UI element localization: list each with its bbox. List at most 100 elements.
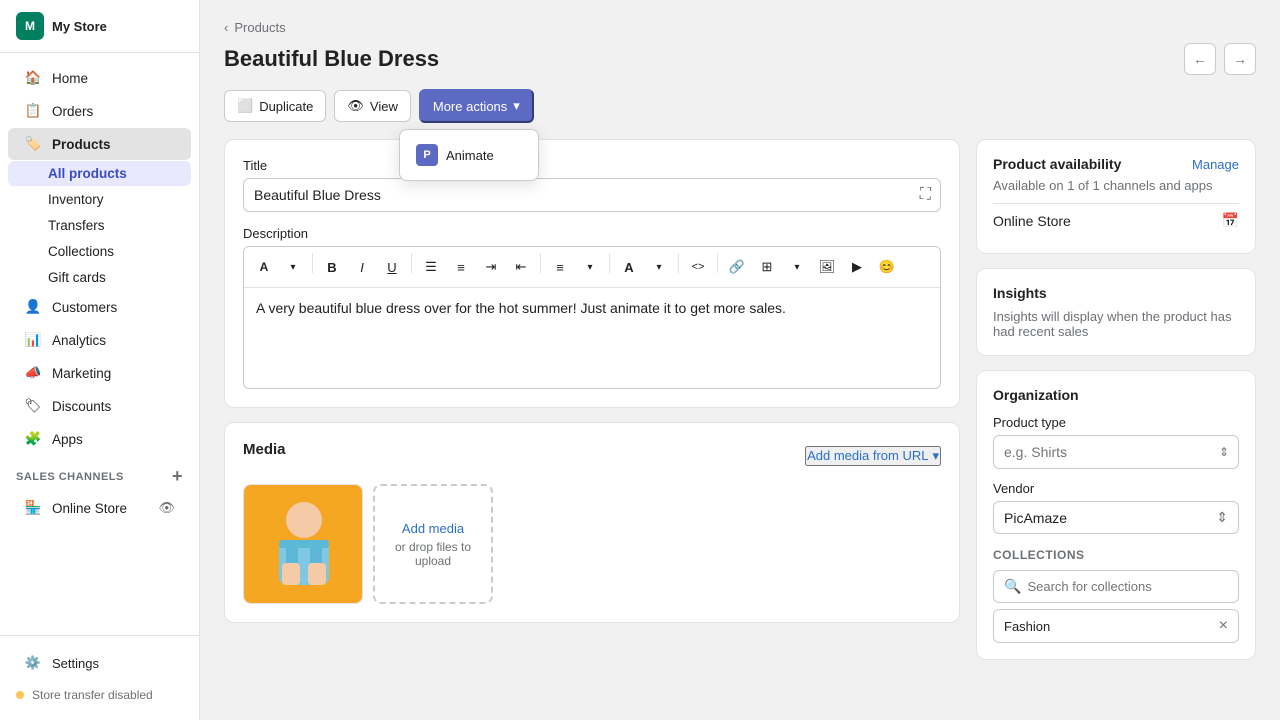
upload-media-button[interactable]: Add media or drop files toupload — [373, 484, 493, 604]
search-icon: 🔍 — [1004, 578, 1021, 595]
sidebar-item-settings[interactable]: ⚙️ Settings — [8, 647, 191, 679]
add-media-from-url-button[interactable]: Add media from URL ▾ — [805, 446, 941, 466]
orders-icon: 📋 — [24, 102, 42, 120]
sidebar-item-apps[interactable]: 🧩 Apps — [8, 423, 191, 455]
sidebar-item-analytics[interactable]: 📊 Analytics — [8, 324, 191, 356]
sidebar-item-discounts[interactable]: 🏷 Discounts — [8, 390, 191, 422]
underline-button[interactable]: U — [378, 253, 406, 281]
vendor-select[interactable]: PicAmaze ⇕ — [993, 501, 1239, 534]
text-color-dropdown[interactable]: ▾ — [645, 253, 673, 281]
breadcrumb[interactable]: ‹ Products — [224, 20, 1256, 35]
manage-link[interactable]: Manage — [1192, 157, 1239, 172]
sidebar-item-online-store[interactable]: 🏪 Online Store 👁 — [8, 492, 191, 524]
source-button[interactable]: <> — [684, 253, 712, 281]
title-card: Title ⛶ Description A ▾ — [224, 139, 960, 408]
sidebar-item-customers[interactable]: 👤 Customers — [8, 291, 191, 323]
sidebar: M My Store 🏠 Home 📋 Orders 🏷️ Products A… — [0, 0, 200, 720]
more-actions-dropdown: P Animate — [399, 129, 539, 181]
content-grid: Title ⛶ Description A ▾ — [224, 139, 1256, 660]
duplicate-label: Duplicate — [259, 99, 313, 114]
prev-product-button[interactable]: ← — [1184, 43, 1216, 75]
breadcrumb-label[interactable]: Products — [234, 20, 285, 35]
table-button[interactable]: ⊞ — [753, 253, 781, 281]
text-format-button[interactable]: A — [250, 253, 278, 281]
discounts-icon: 🏷 — [24, 397, 42, 415]
customers-icon: 👤 — [24, 298, 42, 316]
remove-collection-button[interactable]: × — [1219, 617, 1228, 635]
video-button[interactable]: ▶ — [843, 253, 871, 281]
sidebar-item-transfers[interactable]: Transfers — [8, 213, 191, 238]
organization-title: Organization — [993, 387, 1239, 403]
title-label: Title — [243, 158, 941, 173]
animate-menu-item[interactable]: P Animate — [406, 136, 532, 174]
table-dropdown[interactable]: ▾ — [783, 253, 811, 281]
image-button[interactable]: 🖼 — [813, 253, 841, 281]
product-type-input[interactable] — [993, 435, 1239, 469]
description-label: Description — [243, 226, 941, 241]
sidebar-footer: ⚙️ Settings Store transfer disabled — [0, 635, 199, 720]
outdent-button[interactable]: ⇤ — [507, 253, 535, 281]
availability-sub-text: Available on 1 of 1 channels and apps — [993, 178, 1239, 193]
sidebar-item-marketing[interactable]: 📣 Marketing — [8, 357, 191, 389]
sidebar-item-label: Orders — [52, 104, 93, 119]
view-button[interactable]: 👁 View — [334, 90, 410, 122]
online-store-eye-icon[interactable]: 👁 — [158, 500, 175, 516]
numbered-list-button[interactable]: ≡ — [447, 253, 475, 281]
media-header: Media Add media from URL ▾ — [243, 441, 941, 470]
next-product-button[interactable]: → — [1224, 43, 1256, 75]
align-dropdown[interactable]: ▾ — [576, 253, 604, 281]
text-color-button[interactable]: A — [615, 253, 643, 281]
online-store-label: Online Store — [993, 213, 1071, 229]
text-format-dropdown[interactable]: ▾ — [279, 253, 307, 281]
add-media-label: Add media from URL — [807, 448, 928, 463]
italic-button[interactable]: I — [348, 253, 376, 281]
duplicate-button[interactable]: ⬜ Duplicate — [224, 90, 326, 122]
online-store-icon: 🏪 — [24, 499, 42, 517]
media-card: Media Add media from URL ▾ — [224, 422, 960, 623]
description-text-area[interactable]: A very beautiful blue dress over for the… — [244, 288, 940, 388]
store-status: Store transfer disabled — [0, 680, 199, 710]
animate-icon: P — [416, 144, 438, 166]
upload-sub-label: or drop files toupload — [395, 540, 471, 568]
align-button[interactable]: ≡ — [546, 253, 574, 281]
availability-header: Product availability Manage — [993, 156, 1239, 172]
breadcrumb-back-icon: ‹ — [224, 20, 228, 35]
sidebar-item-label: Products — [52, 137, 111, 152]
title-input[interactable] — [243, 178, 941, 212]
add-sales-channel-icon[interactable]: + — [172, 466, 183, 487]
analytics-icon: 📊 — [24, 331, 42, 349]
sidebar-item-label: Online Store — [52, 501, 127, 516]
organization-card: Organization Product type ⇕ Vendor PicAm… — [976, 370, 1256, 660]
vendor-value: PicAmaze — [1004, 510, 1067, 526]
expand-icon: ⛶ — [920, 186, 931, 204]
sidebar-item-label: Discounts — [52, 399, 111, 414]
bold-button[interactable]: B — [318, 253, 346, 281]
collections-label: COLLECTIONS — [993, 548, 1239, 562]
link-button[interactable]: 🔗 — [723, 253, 751, 281]
action-bar: ⬜ Duplicate 👁 View More actions ▾ P Anim… — [224, 89, 1256, 123]
sidebar-item-all-products[interactable]: All products — [8, 161, 191, 186]
sidebar-item-home[interactable]: 🏠 Home — [8, 62, 191, 94]
main-content-area: ‹ Products Beautiful Blue Dress ← → ⬜ Du… — [200, 0, 1280, 720]
sidebar-item-products[interactable]: 🏷️ Products — [8, 128, 191, 160]
collections-search-wrap[interactable]: 🔍 — [993, 570, 1239, 603]
sidebar-item-gift-cards[interactable]: Gift cards — [8, 265, 191, 290]
editor-toolbar: A ▾ B I U ☰ ≡ ⇥ ⇤ — [244, 247, 940, 288]
indent-button[interactable]: ⇥ — [477, 253, 505, 281]
right-panel: Product availability Manage Available on… — [976, 139, 1256, 660]
view-icon: 👁 — [347, 98, 364, 114]
sidebar-item-collections[interactable]: Collections — [8, 239, 191, 264]
bullet-list-button[interactable]: ☰ — [417, 253, 445, 281]
sidebar-item-inventory[interactable]: Inventory — [8, 187, 191, 212]
collections-search-input[interactable] — [1027, 579, 1228, 594]
more-actions-button[interactable]: More actions ▾ — [419, 89, 534, 123]
status-dot-icon — [16, 691, 24, 699]
sidebar-item-orders[interactable]: 📋 Orders — [8, 95, 191, 127]
media-thumbnail[interactable] — [243, 484, 363, 604]
media-title: Media — [243, 441, 286, 458]
product-availability-card: Product availability Manage Available on… — [976, 139, 1256, 254]
emoji-button[interactable]: 😊 — [873, 253, 901, 281]
store-status-label: Store transfer disabled — [32, 688, 153, 702]
store-name: My Store — [52, 19, 107, 34]
calendar-icon[interactable]: 📅 — [1222, 212, 1239, 229]
